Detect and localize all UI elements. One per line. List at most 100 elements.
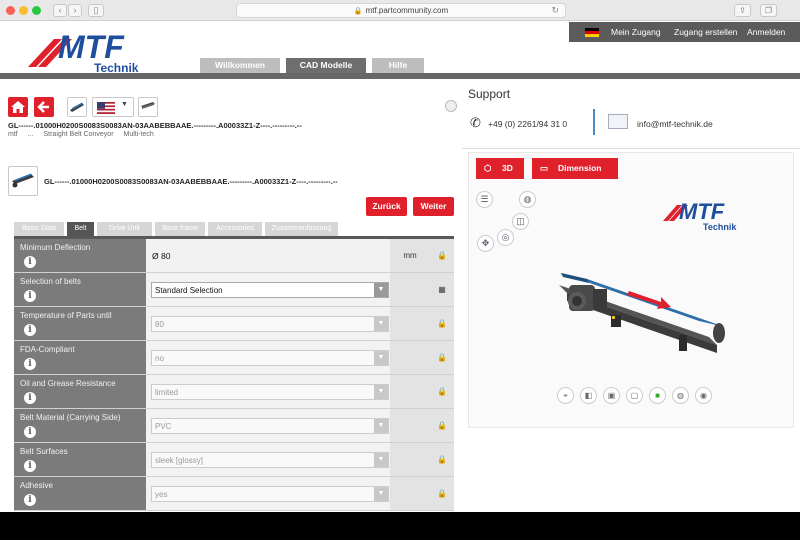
lock-icon[interactable]: 🔒 (430, 239, 454, 272)
belt-material-dropdown[interactable]: PVC ▼ (151, 418, 389, 434)
cube-view-icon[interactable]: ◫ (512, 213, 529, 230)
cad-viewer[interactable]: ⬡ 3D ▭ Dimension ☰ ◍ ◫ ◎ ✥ MTF Technik ⌖… (468, 152, 794, 428)
sidebar-toggle-button[interactable]: ▯ (88, 4, 104, 17)
table-grid-icon[interactable]: ▦ (430, 273, 454, 306)
belt-selection-dropdown[interactable]: Standard Selection ▼ (151, 282, 389, 298)
table-row: Selection of belts i Standard Selection ▼… (14, 273, 454, 307)
breadcrumb-item-mtf[interactable]: mtf (8, 131, 18, 138)
back-nav-button[interactable]: ‹ (53, 4, 67, 17)
chevron-down-icon: ▼ (374, 385, 388, 399)
tool-wire-cube-icon[interactable]: ▢ (626, 387, 643, 404)
info-icon[interactable]: i (24, 392, 36, 404)
mail-icon (608, 114, 628, 129)
tab-base-frame[interactable]: Base frame (155, 222, 205, 236)
cylinder-view-icon[interactable]: ◍ (519, 191, 536, 208)
mtf-viewer-logo: MTF Technik (663, 199, 737, 232)
view-3d-button[interactable]: ⬡ 3D (476, 158, 524, 179)
tab-accessories[interactable]: Accessories (208, 222, 262, 236)
mtf-logo-mark: MTF Technik (28, 29, 139, 75)
breadcrumb-item-multi-tech[interactable]: Multi-tech (123, 131, 153, 138)
nav-tab-welcome[interactable]: Willkommen (200, 58, 280, 73)
part-number-heading: GL------.01000H0200S0083S0083AN-03AABEBB… (8, 121, 302, 130)
lock-icon[interactable]: 🔒 (430, 375, 454, 408)
home-button[interactable] (8, 97, 28, 117)
chevron-down-icon: ▼ (374, 419, 388, 433)
part-number-detail: GL------.01000H0200S0083S0083AN-03AABEBB… (44, 177, 338, 186)
tabs-button[interactable]: ❐ (760, 4, 777, 17)
login-link[interactable]: Anmelden (747, 27, 785, 37)
dropdown-value: Standard Selection (155, 286, 223, 295)
adhesive-dropdown[interactable]: yes ▼ (151, 486, 389, 502)
tab-drive-unit[interactable]: Drive Unit (97, 222, 152, 236)
nav-tab-cad-models[interactable]: CAD Modelle (286, 58, 366, 73)
weiter-button[interactable]: Weiter (413, 197, 454, 216)
fda-compliant-dropdown[interactable]: no ▼ (151, 350, 389, 366)
mtf-logo[interactable]: MTF Technik (28, 25, 150, 75)
dimension-button[interactable]: ▭ Dimension (532, 158, 618, 179)
vr-glasses-icon[interactable]: ◎ (497, 229, 514, 246)
param-unit (390, 477, 430, 510)
tool-section-cube-icon[interactable]: ▣ (603, 387, 620, 404)
tool-measure-icon[interactable]: ⌖ (557, 387, 574, 404)
tab-belt[interactable]: Belt (67, 222, 94, 236)
part-thumbnail-button[interactable] (67, 97, 87, 117)
support-email[interactable]: info@mtf-technik.de (637, 119, 713, 129)
my-account-link[interactable]: Mein Zugang (611, 27, 661, 37)
conveyor-3d-model[interactable] (549, 245, 739, 365)
info-icon[interactable]: i (24, 494, 36, 506)
settings-gear-icon[interactable] (445, 100, 457, 112)
info-icon[interactable]: i (24, 358, 36, 370)
nav-tab-help[interactable]: Hilfe (372, 58, 424, 73)
temperature-dropdown[interactable]: 80 ▼ (151, 316, 389, 332)
oil-grease-dropdown[interactable]: limited ▼ (151, 384, 389, 400)
tab-zusammenfassung[interactable]: Zusammenfassung (265, 222, 338, 236)
tool-cylinder-icon[interactable]: ◍ (672, 387, 689, 404)
lock-icon[interactable]: 🔒 (430, 409, 454, 442)
info-icon[interactable]: i (24, 324, 36, 336)
lock-icon: 🔒 (353, 8, 363, 15)
breadcrumb-item-ellipsis[interactable]: ... (28, 131, 34, 138)
caret-down-icon: ▼ (121, 101, 128, 108)
tool-green-cube-icon[interactable]: ■ (649, 387, 666, 404)
tab-basic-data[interactable]: Basic Data (14, 222, 64, 236)
variant-thumbnail-button[interactable] (138, 97, 158, 117)
back-arrow-button[interactable] (34, 97, 54, 117)
create-account-link[interactable]: Zugang erstellen (674, 27, 737, 37)
belt-surfaces-dropdown[interactable]: sleek [glossy] ▼ (151, 452, 389, 468)
part-preview-image (8, 166, 38, 196)
tool-shaded-cube-icon[interactable]: ◧ (580, 387, 597, 404)
close-window-button[interactable] (6, 6, 15, 15)
url-text: mtf.partcommunity.com (365, 6, 449, 15)
breadcrumb-item-straight-belt-conveyor[interactable]: Straight Belt Conveyor (43, 131, 113, 138)
param-value-cell: limited ▼ (146, 375, 390, 408)
info-icon[interactable]: i (24, 460, 36, 472)
tool-disc-icon[interactable]: ◉ (695, 387, 712, 404)
param-label: Belt Material (Carrying Side) (14, 409, 146, 442)
minimize-window-button[interactable] (19, 6, 28, 15)
zurueck-button[interactable]: Zurück (366, 197, 407, 216)
language-select[interactable]: ▼ (92, 97, 134, 117)
lock-icon[interactable]: 🔒 (430, 307, 454, 340)
german-flag-icon[interactable] (585, 28, 599, 37)
table-row: Minimum Deflection i Ø 80 mm 🔒 (14, 239, 454, 273)
account-bar: Mein Zugang Zugang erstellen Anmelden (569, 22, 800, 42)
lock-icon[interactable]: 🔒 (430, 443, 454, 476)
lock-icon[interactable]: 🔒 (430, 341, 454, 374)
support-phone[interactable]: +49 (0) 2261/94 31 0 (488, 119, 567, 129)
chevron-down-icon: ▼ (374, 487, 388, 501)
list-menu-icon[interactable]: ☰ (476, 191, 493, 208)
info-icon[interactable]: i (24, 256, 36, 268)
info-icon[interactable]: i (24, 426, 36, 438)
info-icon[interactable]: i (24, 290, 36, 302)
support-separator (462, 148, 800, 149)
zoom-window-button[interactable] (32, 6, 41, 15)
lock-icon[interactable]: 🔒 (430, 477, 454, 510)
address-bar[interactable]: 🔒 mtf.partcommunity.com ↻ (236, 3, 566, 18)
dropdown-value: limited (155, 388, 179, 397)
forward-nav-button[interactable]: › (68, 4, 82, 17)
share-button[interactable]: ⇪ (734, 4, 751, 17)
ruler-icon: ▭ (540, 163, 549, 173)
arrow-left-icon (37, 101, 49, 113)
reload-icon[interactable]: ↻ (551, 4, 559, 17)
move-arrows-icon[interactable]: ✥ (477, 235, 494, 252)
